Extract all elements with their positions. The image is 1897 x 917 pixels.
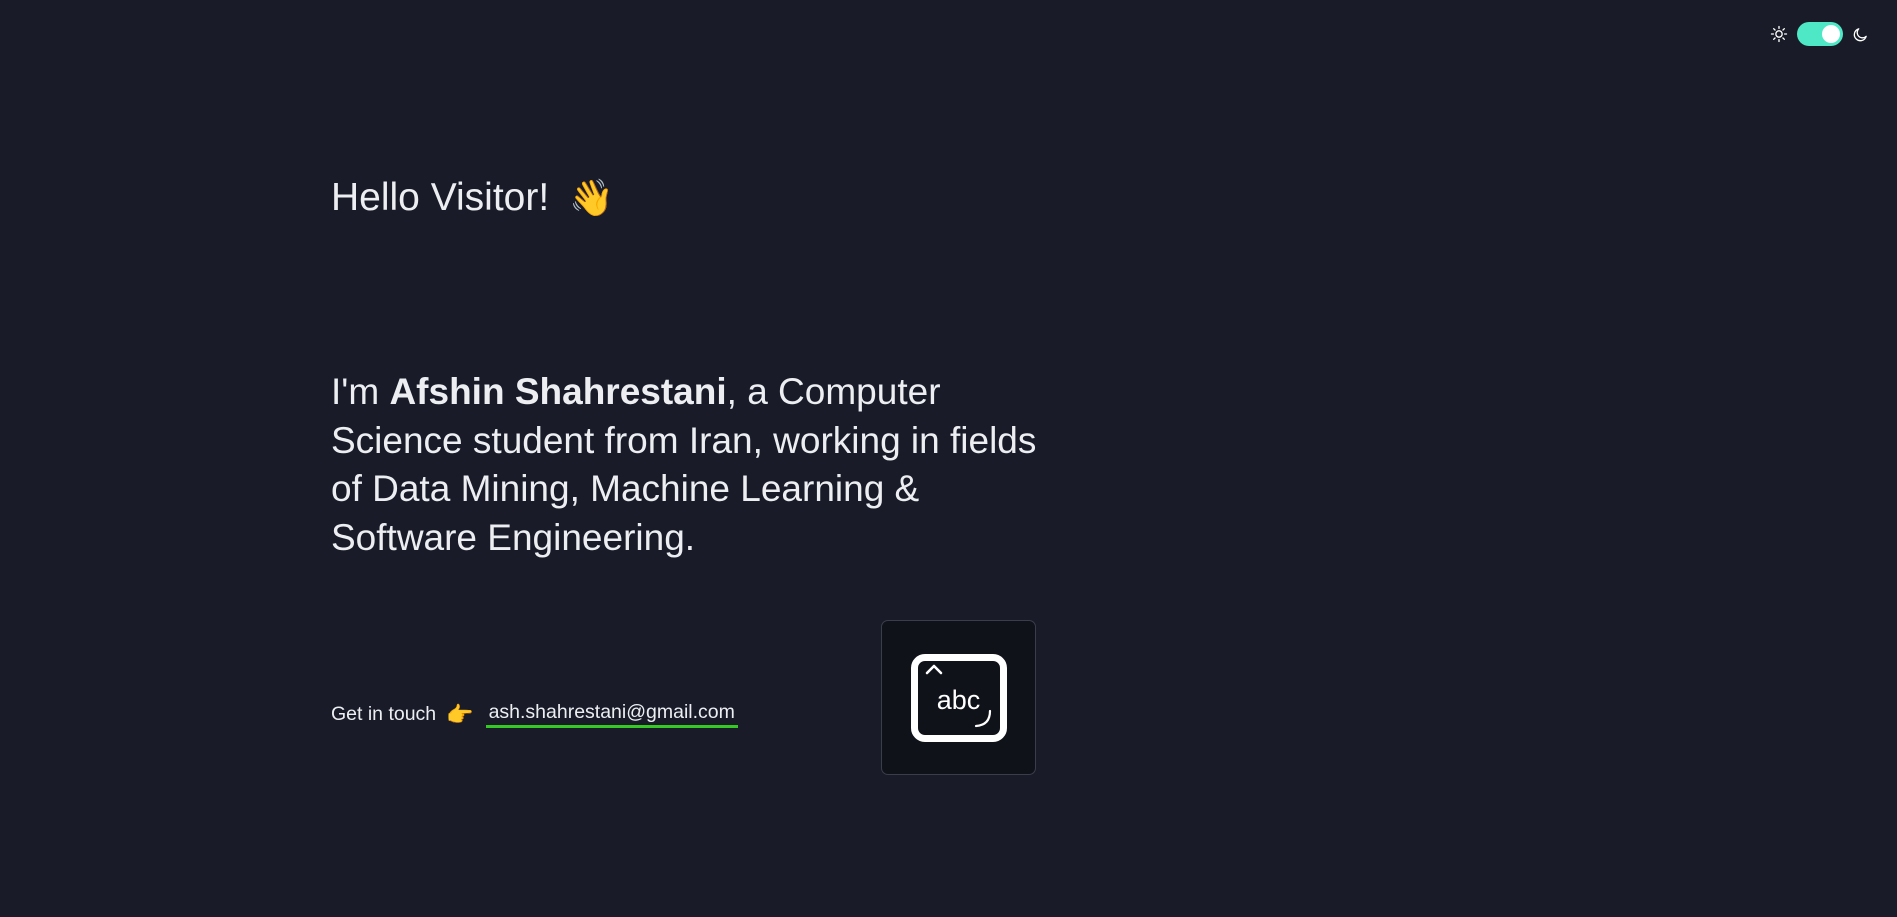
switch-knob [1822,25,1840,43]
author-name: Afshin Shahrestani [389,371,727,412]
dark-mode-switch[interactable] [1797,22,1843,46]
keyboard-abc-icon: abc [910,653,1007,742]
contact-label: Get in touch [331,703,437,725]
key-curve-icon [974,709,991,727]
intro-paragraph: I'm Afshin Shahrestani, a Computer Scien… [331,368,1051,562]
pointing-hand-emoji: 👉 [446,701,474,727]
email-link[interactable]: ash.shahrestani@gmail.com [485,701,738,728]
greeting-heading: Hello Visitor! 👋 [331,176,614,220]
moon-icon [1852,26,1869,43]
waving-hand-emoji: 👋 [569,177,615,218]
sun-icon [1770,25,1788,43]
greeting-text: Hello Visitor! [331,176,550,219]
caret-up-icon [925,664,942,674]
intro-prefix: I'm [331,371,390,412]
contact-line: Get in touch 👉 ash.shahrestani@gmail.com [331,701,738,728]
page: Hello Visitor! 👋 I'm Afshin Shahrestani,… [0,0,1897,917]
keyboard-badge: abc [881,620,1036,775]
theme-toggle[interactable] [1770,22,1869,46]
